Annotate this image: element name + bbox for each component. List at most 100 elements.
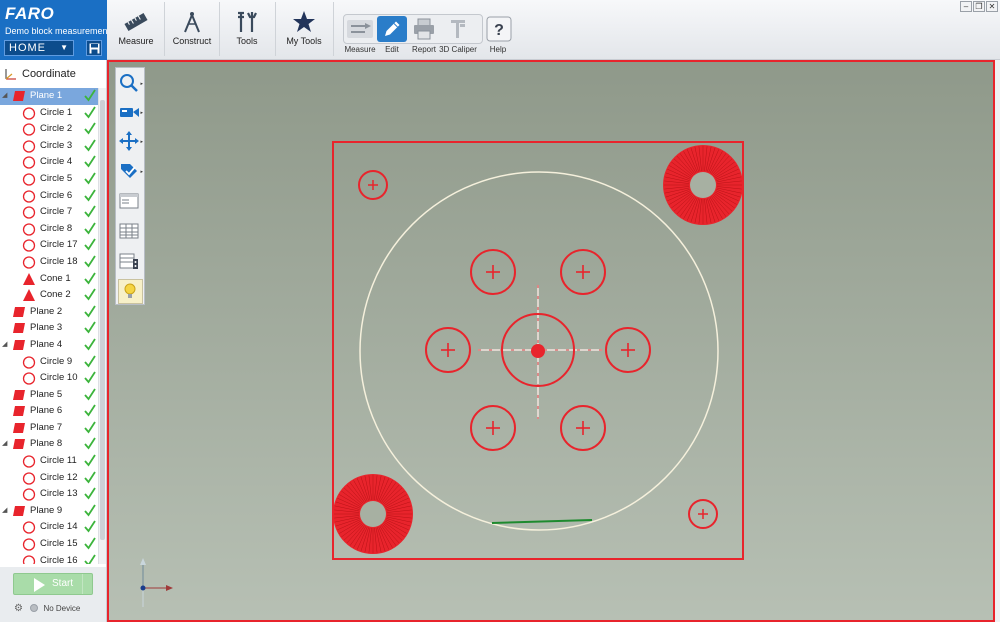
expand-toggle-icon[interactable]: ◢ (2, 436, 7, 453)
tree-item-label: Circle 16 (40, 554, 78, 564)
tree-item-circle-3[interactable]: Circle 3 (0, 138, 98, 155)
camera-tool-button[interactable]: ▸ (118, 101, 143, 126)
expand-toggle-icon[interactable]: ◢ (2, 88, 7, 105)
tree-item-label: Plane 6 (30, 405, 63, 417)
tree-item-circle-14[interactable]: Circle 14 (0, 519, 98, 536)
tree-item-circle-9[interactable]: Circle 9 (0, 354, 98, 371)
construct-ribbon-button[interactable]: Construct (167, 0, 217, 58)
tree-item-plane-1[interactable]: ◢ Plane 1 (0, 88, 98, 105)
plane-icon (13, 422, 25, 433)
coordinate-system-header[interactable]: Coordinate System (0, 64, 107, 100)
help-button[interactable]: ? (486, 16, 516, 42)
pattern-circle-5[interactable] (470, 405, 516, 451)
expand-toggle-icon[interactable]: ◢ (2, 503, 7, 520)
circle-17[interactable] (358, 170, 388, 200)
home-dropdown[interactable]: HOME ▼ (4, 40, 74, 56)
start-dropdown-toggle[interactable] (82, 574, 92, 594)
circle-icon (22, 239, 36, 252)
tree-scrollbar-thumb[interactable] (100, 100, 105, 540)
tree-scrollbar[interactable] (98, 88, 106, 564)
tree-item-cone-2[interactable]: Cone 2 (0, 287, 98, 304)
measure-mode-button[interactable] (345, 16, 375, 42)
cone-2[interactable] (333, 474, 413, 554)
3d-caliper-mode-button[interactable] (443, 16, 473, 42)
pan-tool-button[interactable]: ▸ (118, 130, 143, 155)
start-button[interactable]: Start (13, 573, 93, 595)
my-tools-ribbon-button[interactable]: My Tools (279, 0, 329, 58)
tree-item-circle-8[interactable]: Circle 8 (0, 221, 98, 238)
circle-icon (22, 256, 36, 269)
scene-canvas[interactable] (109, 62, 993, 620)
tree-item-plane-7[interactable]: Plane 7 (0, 420, 98, 437)
coordinate-system-icon (5, 69, 16, 80)
check-icon (84, 388, 96, 401)
cone-1[interactable] (663, 145, 743, 225)
pattern-circle-4[interactable] (605, 327, 651, 373)
minimize-button[interactable]: – (960, 1, 972, 12)
tree-item-circle-15[interactable]: Circle 15 (0, 536, 98, 553)
viewport-scrollbar[interactable] (995, 60, 1000, 622)
check-icon (84, 122, 96, 135)
ribbon-divider (333, 2, 334, 56)
axis-triad (140, 558, 173, 607)
tree-item-circle-12[interactable]: Circle 12 (0, 470, 98, 487)
tree-item-cone-1[interactable]: Cone 1 (0, 271, 98, 288)
pattern-circle-2[interactable] (560, 249, 606, 295)
tree-item-plane-3[interactable]: Plane 3 (0, 320, 98, 337)
tree-item-circle-11[interactable]: Circle 11 (0, 453, 98, 470)
save-button[interactable] (86, 40, 102, 56)
tree-item-plane-6[interactable]: Plane 6 (0, 403, 98, 420)
tree-item-plane-2[interactable]: Plane 2 (0, 304, 98, 321)
edge-line[interactable] (491, 519, 593, 524)
pattern-circle-6[interactable] (560, 405, 606, 451)
report-table-icon (119, 253, 138, 269)
tree-item-plane-8[interactable]: ◢ Plane 8 (0, 436, 98, 453)
tools-ribbon-button[interactable]: Tools (222, 0, 272, 58)
tree-item-plane-4[interactable]: ◢ Plane 4 (0, 337, 98, 354)
plane-icon (13, 323, 25, 334)
report-mode-button[interactable] (409, 16, 439, 42)
pattern-circle-1[interactable] (470, 249, 516, 295)
pattern-circle-3[interactable] (425, 327, 471, 373)
measure-ribbon-button[interactable]: Measure (111, 0, 161, 58)
plane-icon (13, 339, 25, 350)
gear-icon[interactable]: ⚙ (14, 603, 23, 614)
tree-item-circle-18[interactable]: Circle 18 (0, 254, 98, 271)
circle-icon (22, 206, 36, 219)
tree-item-circle-17[interactable]: Circle 17 (0, 237, 98, 254)
close-window-button[interactable]: ✕ (986, 1, 998, 12)
tree-item-circle-10[interactable]: Circle 10 (0, 370, 98, 387)
tree-item-label: Plane 4 (30, 338, 63, 350)
tree-item-circle-1[interactable]: Circle 1 (0, 105, 98, 122)
tree-item-circle-5[interactable]: Circle 5 (0, 171, 98, 188)
tree-item-circle-7[interactable]: Circle 7 (0, 204, 98, 221)
tree-item-circle-2[interactable]: Circle 2 (0, 121, 98, 138)
printer-icon (414, 18, 434, 40)
play-icon (34, 578, 45, 592)
table-tool-button[interactable] (118, 220, 143, 245)
expand-toggle-icon[interactable]: ◢ (2, 337, 7, 354)
report-table-tool-button[interactable] (118, 250, 143, 275)
tree-item-circle-13[interactable]: Circle 13 (0, 486, 98, 503)
3d-viewport[interactable]: ▸ ▸ ▸ ▸ (107, 60, 995, 622)
plane-icon (13, 389, 25, 400)
check-icon (84, 205, 96, 218)
ribbon-divider (164, 2, 165, 56)
tree-item-circle-4[interactable]: Circle 4 (0, 154, 98, 171)
tree-item-plane-9[interactable]: ◢ Plane 9 (0, 503, 98, 520)
feature-tree-list: ◢ Plane 1 Circle 1 Circle 2 Circle 3 Circle 4… (0, 88, 98, 564)
tree-item-label: Circle 11 (40, 455, 77, 467)
lightbulb-tool-button[interactable] (118, 279, 143, 304)
circle-18[interactable] (688, 499, 718, 529)
restore-button[interactable]: ❐ (973, 1, 985, 12)
zoom-tool-button[interactable]: ▸ (118, 72, 143, 97)
tree-item-label: Circle 7 (40, 206, 73, 218)
tree-item-label: Plane 5 (30, 388, 63, 400)
tree-item-circle-6[interactable]: Circle 6 (0, 188, 98, 205)
edit-mode-button[interactable] (377, 16, 407, 42)
view-panel-tool-button[interactable] (118, 190, 143, 215)
tag-tool-button[interactable]: ▸ (118, 160, 143, 185)
tree-item-plane-5[interactable]: Plane 5 (0, 387, 98, 404)
feature-tree-panel: Coordinate System ◢ Plane 1 Circle 1 Circle… (0, 60, 107, 567)
tree-item-circle-16[interactable]: Circle 16 (0, 553, 98, 564)
